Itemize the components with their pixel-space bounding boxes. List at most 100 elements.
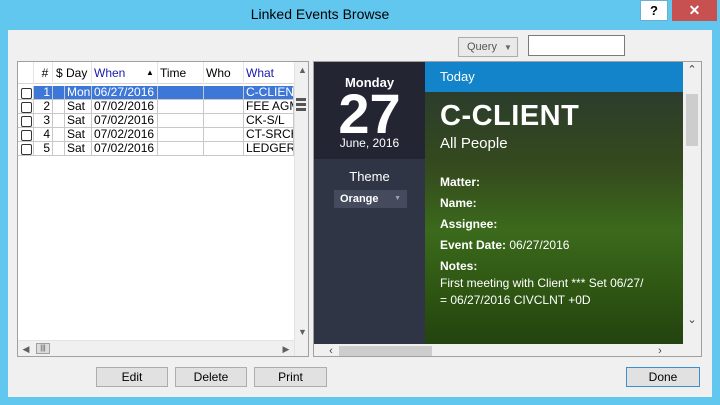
cell-num: 2 xyxy=(34,100,53,114)
scroll-left-icon[interactable]: ◀ xyxy=(18,341,34,356)
title-bar: Linked Events Browse ? ✕ xyxy=(0,0,720,30)
cell-when: 06/27/2016 xyxy=(92,86,158,100)
cell-what: LEDGER xyxy=(244,142,294,156)
scroll-thumb[interactable] xyxy=(339,346,432,356)
column-header-when[interactable]: When ▲ xyxy=(92,62,158,84)
row-checkbox[interactable] xyxy=(18,86,34,100)
cell-dollar xyxy=(53,142,65,156)
help-button[interactable]: ? xyxy=(640,0,668,21)
edit-button[interactable]: Edit xyxy=(96,367,168,387)
cell-who xyxy=(204,100,244,114)
cell-time xyxy=(158,128,204,142)
checkbox-icon xyxy=(21,102,32,113)
dialog-body: Query ▼ # $ Day When ▲ Time Who What 1 M… xyxy=(8,30,712,397)
table-row[interactable]: 5 Sat 07/02/2016 LEDGER xyxy=(18,142,294,156)
column-header-num[interactable]: # xyxy=(34,62,53,84)
column-header-who[interactable]: Who xyxy=(204,62,244,84)
grid-header: # $ Day When ▲ Time Who What xyxy=(18,62,294,84)
assignee-label: Assignee: xyxy=(440,217,498,231)
scroll-down-icon[interactable]: ⌄ xyxy=(683,312,701,328)
theme-select[interactable]: Orange ▼ xyxy=(334,190,407,208)
column-header-when-label: When xyxy=(94,66,126,80)
event-subtitle: All People xyxy=(440,135,508,152)
event-details: C-CLIENT All People Matter: Name: Assign… xyxy=(425,92,683,344)
preview-horizontal-scrollbar[interactable]: ‹ › xyxy=(314,344,701,356)
date-panel: Monday 27 June, 2016 xyxy=(314,62,425,159)
row-checkbox[interactable] xyxy=(18,128,34,142)
column-header-day[interactable]: Day xyxy=(65,62,92,84)
event-date-label: Event Date: xyxy=(440,238,507,252)
scroll-right-icon[interactable]: ▶ xyxy=(278,341,294,356)
sort-ascending-icon: ▲ xyxy=(146,68,154,77)
notes-line: = 06/27/2016 CIVCLNT +0D xyxy=(440,293,591,307)
row-checkbox[interactable] xyxy=(18,114,34,128)
table-row[interactable]: 3 Sat 07/02/2016 CK-S/L xyxy=(18,114,294,128)
cell-num: 4 xyxy=(34,128,53,142)
query-input[interactable] xyxy=(528,35,625,56)
today-header: Today xyxy=(425,62,683,92)
checkbox-icon xyxy=(21,144,32,155)
column-resize-grip-icon[interactable]: ▬ ▬ ▬ xyxy=(296,94,308,114)
theme-label: Theme xyxy=(349,169,390,184)
day-number: 27 xyxy=(338,82,401,145)
scroll-up-icon[interactable]: ▲ xyxy=(295,62,308,78)
cell-when: 07/02/2016 xyxy=(92,128,158,142)
event-fields: Matter: Name: Assignee: Event Date: 06/2… xyxy=(440,172,685,277)
query-label: Query xyxy=(467,41,497,53)
cell-who xyxy=(204,142,244,156)
scroll-right-icon[interactable]: › xyxy=(651,344,669,356)
month-year-label: June, 2016 xyxy=(339,136,400,150)
scroll-up-icon[interactable]: ⌃ xyxy=(683,62,701,78)
cell-who xyxy=(204,86,244,100)
checkbox-icon xyxy=(21,88,32,99)
cell-day: Sat xyxy=(65,100,92,114)
table-row[interactable]: 1 Mon 06/27/2016 C-CLIENT xyxy=(18,86,294,100)
name-label: Name: xyxy=(440,196,477,210)
chevron-down-icon: ▼ xyxy=(394,195,401,202)
grid-horizontal-scrollbar[interactable]: ◀ ||| ▶ xyxy=(18,340,294,356)
cell-what: C-CLIENT xyxy=(244,86,294,100)
checkbox-icon xyxy=(21,130,32,141)
table-row[interactable]: 2 Sat 07/02/2016 FEE AGM xyxy=(18,100,294,114)
cell-time xyxy=(158,114,204,128)
cell-dollar xyxy=(53,100,65,114)
event-date-value: 06/27/2016 xyxy=(509,238,570,252)
column-header-time[interactable]: Time xyxy=(158,62,204,84)
row-checkbox[interactable] xyxy=(18,100,34,114)
query-dropdown[interactable]: Query ▼ xyxy=(458,37,518,57)
cell-time xyxy=(158,86,204,100)
cell-day: Mon xyxy=(65,86,92,100)
cell-day: Sat xyxy=(65,128,92,142)
grid-vertical-scrollbar[interactable]: ▲ ▬ ▬ ▬ ▼ xyxy=(294,62,308,356)
checkbox-icon xyxy=(21,116,32,127)
row-checkbox[interactable] xyxy=(18,142,34,156)
cell-dollar xyxy=(53,114,65,128)
event-notes: First meeting with Client *** Set 06/27/… xyxy=(440,275,690,309)
cell-what: CT-SRCH xyxy=(244,128,294,142)
close-button[interactable]: ✕ xyxy=(672,0,717,21)
event-title: C-CLIENT xyxy=(440,100,580,132)
events-grid: # $ Day When ▲ Time Who What 1 Mon 06/27… xyxy=(17,61,309,357)
cell-num: 3 xyxy=(34,114,53,128)
window-title: Linked Events Browse xyxy=(250,6,390,22)
cell-what: CK-S/L xyxy=(244,114,294,128)
column-header-dollar[interactable]: $ xyxy=(53,62,65,84)
column-header-what[interactable]: What xyxy=(244,62,294,84)
theme-panel: Theme Orange ▼ xyxy=(314,159,425,344)
cell-dollar xyxy=(53,128,65,142)
cell-time xyxy=(158,142,204,156)
cell-day: Sat xyxy=(65,114,92,128)
print-button[interactable]: Print xyxy=(254,367,327,387)
done-button[interactable]: Done xyxy=(626,367,700,387)
scroll-left-icon[interactable]: ‹ xyxy=(322,344,340,356)
checkbox-column-header[interactable] xyxy=(18,62,34,84)
scroll-thumb-grip-icon[interactable]: ||| xyxy=(36,343,50,354)
notes-label: Notes: xyxy=(440,259,478,273)
cell-day: Sat xyxy=(65,142,92,156)
table-row[interactable]: 4 Sat 07/02/2016 CT-SRCH xyxy=(18,128,294,142)
chevron-down-icon: ▼ xyxy=(503,42,512,52)
scroll-down-icon[interactable]: ▼ xyxy=(295,324,308,340)
delete-button[interactable]: Delete xyxy=(175,367,247,387)
preview-vertical-scrollbar[interactable]: ⌃ ⌄ xyxy=(683,62,701,344)
scroll-thumb[interactable] xyxy=(686,94,698,146)
